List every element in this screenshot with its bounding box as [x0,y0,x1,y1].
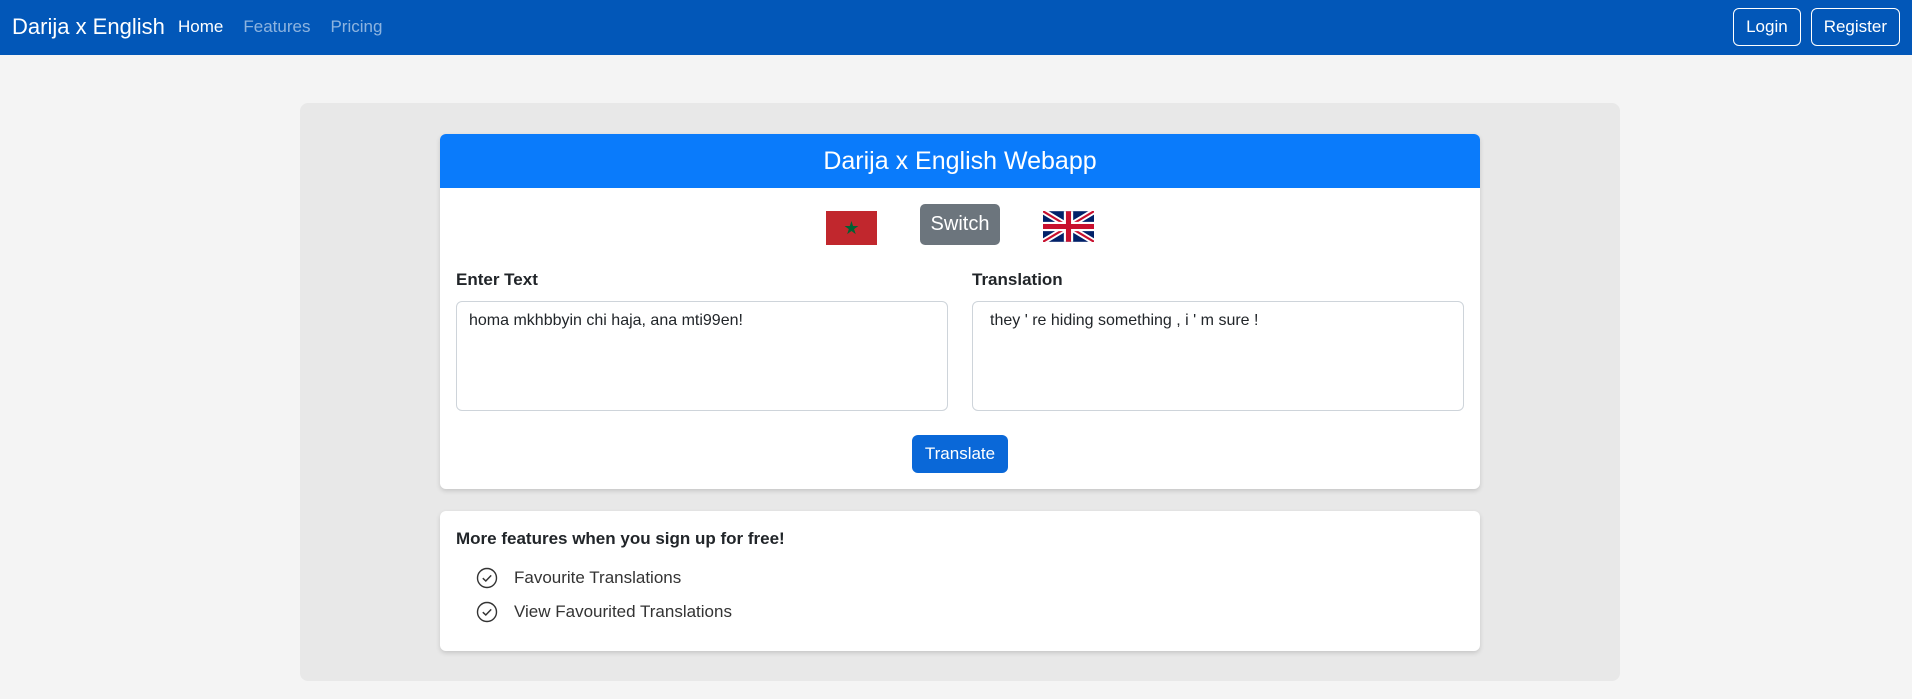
nav-link-features[interactable]: Features [243,16,310,38]
auth-buttons: Login Register [1733,8,1900,46]
feature-label: View Favourited Translations [514,602,732,621]
uk-flag-icon [1043,211,1094,242]
login-button[interactable]: Login [1733,8,1801,46]
nav-links: Home Features Pricing [178,16,402,38]
morocco-flag-icon: ★ [826,211,877,245]
check-circle-icon [476,567,498,589]
nav-link-pricing[interactable]: Pricing [330,16,382,38]
brand[interactable]: Darija x English [12,14,165,40]
nav-link-home[interactable]: Home [178,16,223,38]
language-row: ★ Switch [440,204,1480,245]
translate-button[interactable]: Translate [912,435,1008,473]
switch-button[interactable]: Switch [920,204,1000,245]
feature-label: Favourite Translations [514,568,682,587]
input-textarea[interactable]: homa mkhbbyin chi haja, ana mti99en! [456,301,948,411]
output-textarea[interactable]: they ' re hiding something , i ' m sure … [972,301,1464,411]
star-icon: ★ [843,218,860,238]
list-item: Favourite Translations [476,567,681,589]
register-button[interactable]: Register [1810,8,1900,46]
translator-card: Darija x English Webapp ★ Switch Enter T… [440,134,1480,489]
check-circle-icon [476,601,498,623]
translator-title: Darija x English Webapp [440,134,1480,188]
input-label: Enter Text [456,270,538,289]
features-title: More features when you sign up for free! [456,529,785,548]
navbar: Darija x English Home Features Pricing L… [0,0,1912,55]
list-item: View Favourited Translations [476,601,732,623]
output-label: Translation [972,270,1063,289]
features-card: More features when you sign up for free!… [440,511,1480,651]
